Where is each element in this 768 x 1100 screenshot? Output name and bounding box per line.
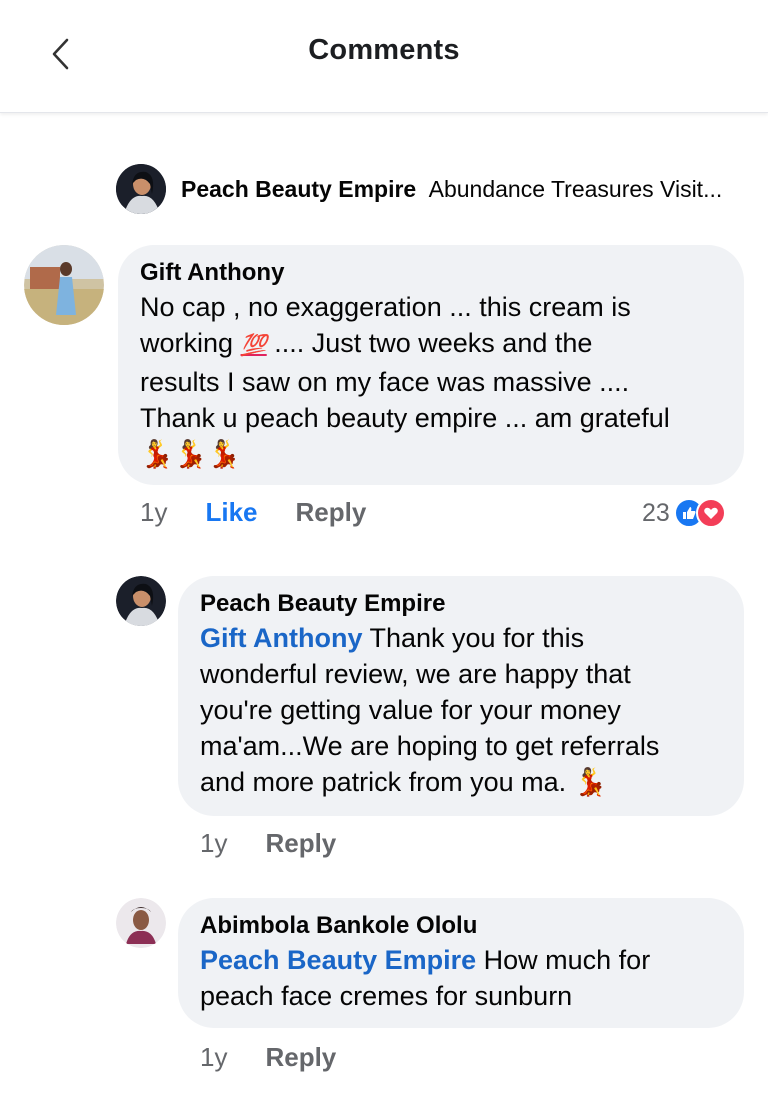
reaction-count: 23 [642, 498, 670, 527]
avatar[interactable] [116, 576, 166, 626]
reply-button[interactable]: Reply [296, 497, 367, 528]
heart-icon [695, 498, 726, 528]
like-button[interactable]: Like [205, 497, 257, 528]
comment-author[interactable]: Abimbola Bankole Ololu [200, 912, 722, 940]
dancer-emoji: 💃 [573, 767, 608, 797]
mention-link[interactable]: Gift Anthony [200, 623, 362, 653]
comment-actions: 1y Like Reply [140, 497, 404, 528]
dancer-emoji-row: 💃💃💃 [140, 439, 241, 469]
comment-bubble[interactable]: Abimbola Bankole Ololu Peach Beauty Empi… [178, 898, 744, 1028]
comment-timestamp: 1y [140, 497, 168, 527]
hundred-points-emoji: 💯 [240, 334, 267, 357]
comment-author[interactable]: Peach Beauty Empire [200, 590, 722, 618]
mention-link[interactable]: Peach Beauty Empire [200, 945, 476, 975]
comment-text: Gift Anthony Thank you for this wonderfu… [200, 623, 660, 797]
comment-actions: 1y Reply [200, 1042, 374, 1073]
post-preview[interactable]: Peach Beauty Empire Abundance Treasures … [0, 160, 768, 220]
comment-actions: 1y Reply [200, 828, 374, 859]
top-app-bar: Comments [0, 0, 768, 113]
preview-snippet: Abundance Treasures Visit... [428, 176, 723, 202]
comment-bubble[interactable]: Gift Anthony No cap , no exaggeration ..… [118, 245, 744, 485]
comment-bubble[interactable]: Peach Beauty Empire Gift Anthony Thank y… [178, 576, 744, 816]
comment-text: Peach Beauty Empire How much for peach f… [200, 945, 651, 1011]
avatar[interactable] [24, 245, 104, 325]
reply-button[interactable]: Reply [265, 828, 336, 859]
avatar [116, 164, 166, 214]
reaction-summary[interactable]: 23 [642, 498, 726, 528]
avatar[interactable] [116, 898, 166, 948]
comment-text: No cap , no exaggeration ... this cream … [140, 289, 722, 472]
comment-timestamp: 1y [200, 1042, 228, 1072]
reply-button[interactable]: Reply [265, 1042, 336, 1073]
comment-author[interactable]: Gift Anthony [140, 259, 722, 287]
comment-timestamp: 1y [200, 828, 228, 858]
page-title: Comments [308, 34, 460, 66]
preview-author[interactable]: Peach Beauty Empire [181, 176, 416, 202]
